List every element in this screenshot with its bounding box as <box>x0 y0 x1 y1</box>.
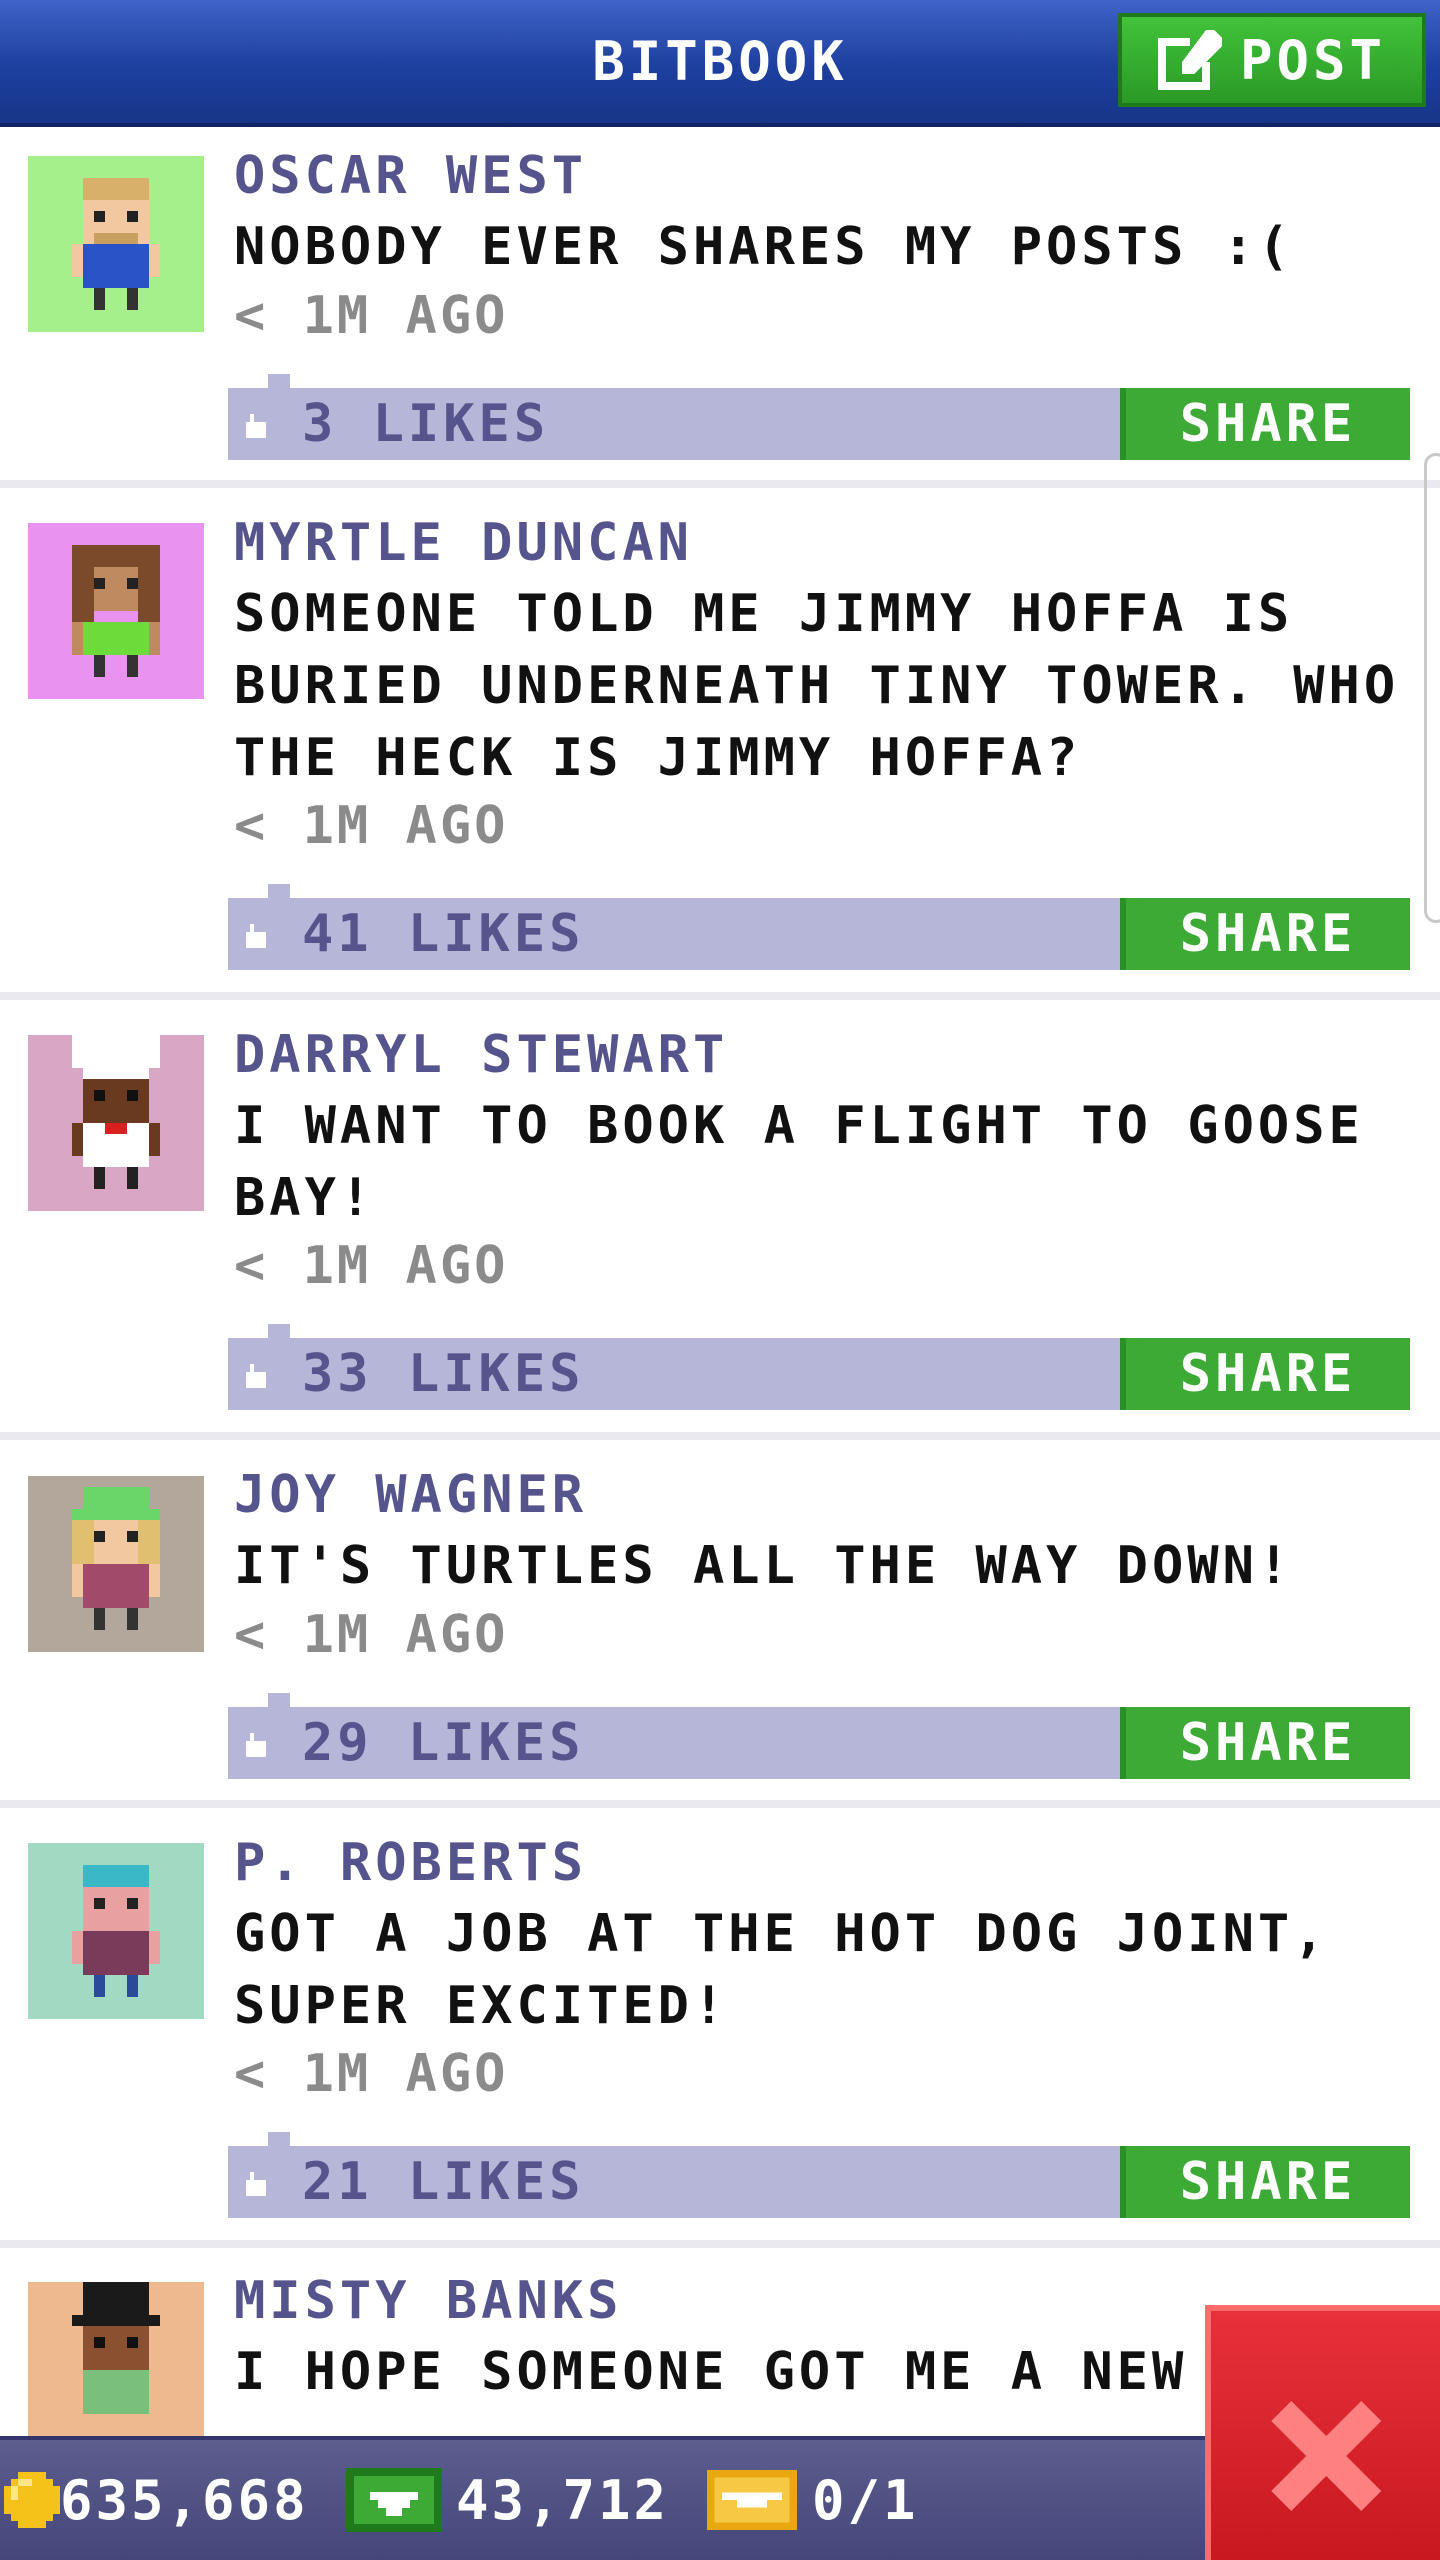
avatar[interactable] <box>28 1843 204 2019</box>
like-count: 33 LIKES <box>302 1344 585 1404</box>
avatar[interactable] <box>28 523 204 699</box>
post-author[interactable]: P. ROBERTS <box>234 1833 587 1893</box>
avatar[interactable] <box>28 156 204 332</box>
avatar[interactable] <box>28 1035 204 1211</box>
feed-post: P. ROBERTS GOT A JOB AT THE HOT DOG JOIN… <box>0 1808 1440 2248</box>
post-button-label: POST <box>1239 28 1387 92</box>
post-time: < 1M AGO <box>234 286 509 346</box>
bux-icon <box>346 2468 442 2532</box>
avatar[interactable] <box>28 2282 204 2436</box>
post-message: GOT A JOB AT THE HOT DOG JOINT, SUPER EX… <box>234 1904 1329 2036</box>
thumbs-up-icon[interactable] <box>242 1360 270 1388</box>
ticket-icon <box>707 2470 797 2530</box>
post-time: < 1M AGO <box>234 1605 509 1665</box>
like-count: 21 LIKES <box>302 2152 585 2212</box>
coin-icon <box>4 2472 60 2528</box>
feed-post: MYRTLE DUNCAN SOMEONE TOLD ME JIMMY HOFF… <box>0 488 1440 1000</box>
share-button[interactable]: SHARE <box>1120 388 1410 460</box>
like-bar-tab <box>268 1693 290 1707</box>
avatar[interactable] <box>28 1476 204 1652</box>
bux-value: 43,712 <box>456 2468 670 2532</box>
share-button[interactable]: SHARE <box>1120 1338 1410 1410</box>
like-bar-tab <box>268 374 290 388</box>
bux-stat: 43,712 <box>346 2440 669 2560</box>
like-bar: 21 LIKES SHARE <box>228 2132 1410 2218</box>
post-author[interactable]: MYRTLE DUNCAN <box>234 513 693 573</box>
feed-post: DARRYL STEWART I WANT TO BOOK A FLIGHT T… <box>0 1000 1440 1440</box>
post-message: I WANT TO BOOK A FLIGHT TO GOOSE BAY! <box>234 1096 1364 1228</box>
like-bar-tab <box>268 884 290 898</box>
thumbs-up-icon[interactable] <box>242 920 270 948</box>
like-count: 29 LIKES <box>302 1713 585 1773</box>
tickets-stat: 0/1 <box>706 2440 919 2560</box>
post-divider <box>0 2240 1440 2248</box>
thumbs-up-icon[interactable] <box>242 410 270 438</box>
avatar-myrtle-duncan <box>72 545 160 677</box>
avatar-misty-banks <box>72 2282 160 2414</box>
avatar-oscar-west <box>72 178 160 310</box>
post-divider <box>0 1432 1440 1440</box>
header-bar: BITBOOK POST <box>0 0 1440 123</box>
post-author[interactable]: JOY WAGNER <box>234 1465 587 1525</box>
post-author[interactable]: DARRYL STEWART <box>234 1025 728 1085</box>
post-button[interactable]: POST <box>1118 13 1426 107</box>
avatar-darryl-stewart <box>72 1035 160 1189</box>
post-time: < 1M AGO <box>234 1236 509 1296</box>
feed[interactable]: OSCAR WEST NOBODY EVER SHARES MY POSTS :… <box>0 123 1440 2436</box>
tickets-value: 0/1 <box>812 2468 919 2532</box>
avatar-joy-wagner <box>72 1487 160 1630</box>
post-divider <box>0 992 1440 1000</box>
like-bar: 33 LIKES SHARE <box>228 1324 1410 1410</box>
close-button[interactable] <box>1205 2305 1440 2560</box>
post-time: < 1M AGO <box>234 796 509 856</box>
thumbs-up-icon[interactable] <box>242 2168 270 2196</box>
post-message: NOBODY EVER SHARES MY POSTS :( <box>234 217 1294 277</box>
coins-value: 635,668 <box>60 2468 309 2532</box>
avatar-p-roberts <box>72 1865 160 1997</box>
like-bar: 41 LIKES SHARE <box>228 884 1410 970</box>
post-time: < 1M AGO <box>234 2044 509 2104</box>
like-bar-tab <box>268 2132 290 2146</box>
scrollbar[interactable] <box>1424 453 1440 923</box>
post-author[interactable]: OSCAR WEST <box>234 146 587 206</box>
like-bar: 29 LIKES SHARE <box>228 1693 1410 1779</box>
post-message: IT'S TURTLES ALL THE WAY DOWN! <box>234 1536 1294 1596</box>
share-button[interactable]: SHARE <box>1120 2146 1410 2218</box>
post-divider <box>0 1800 1440 1808</box>
feed-post: OSCAR WEST NOBODY EVER SHARES MY POSTS :… <box>0 123 1440 488</box>
feed-post: JOY WAGNER IT'S TURTLES ALL THE WAY DOWN… <box>0 1440 1440 1808</box>
coins-stat: 635,668 <box>4 2440 309 2560</box>
edit-icon <box>1157 30 1222 90</box>
like-bar: 3 LIKES SHARE <box>228 374 1410 460</box>
like-count: 3 LIKES <box>302 394 550 454</box>
share-button[interactable]: SHARE <box>1120 898 1410 970</box>
post-divider <box>0 480 1440 488</box>
like-bar-tab <box>268 1324 290 1338</box>
post-author[interactable]: MISTY BANKS <box>234 2271 622 2331</box>
post-message: SOMEONE TOLD ME JIMMY HOFFA IS BURIED UN… <box>234 584 1400 788</box>
thumbs-up-icon[interactable] <box>242 1729 270 1757</box>
share-button[interactable]: SHARE <box>1120 1707 1410 1779</box>
like-count: 41 LIKES <box>302 904 585 964</box>
close-icon <box>1271 2401 1381 2511</box>
